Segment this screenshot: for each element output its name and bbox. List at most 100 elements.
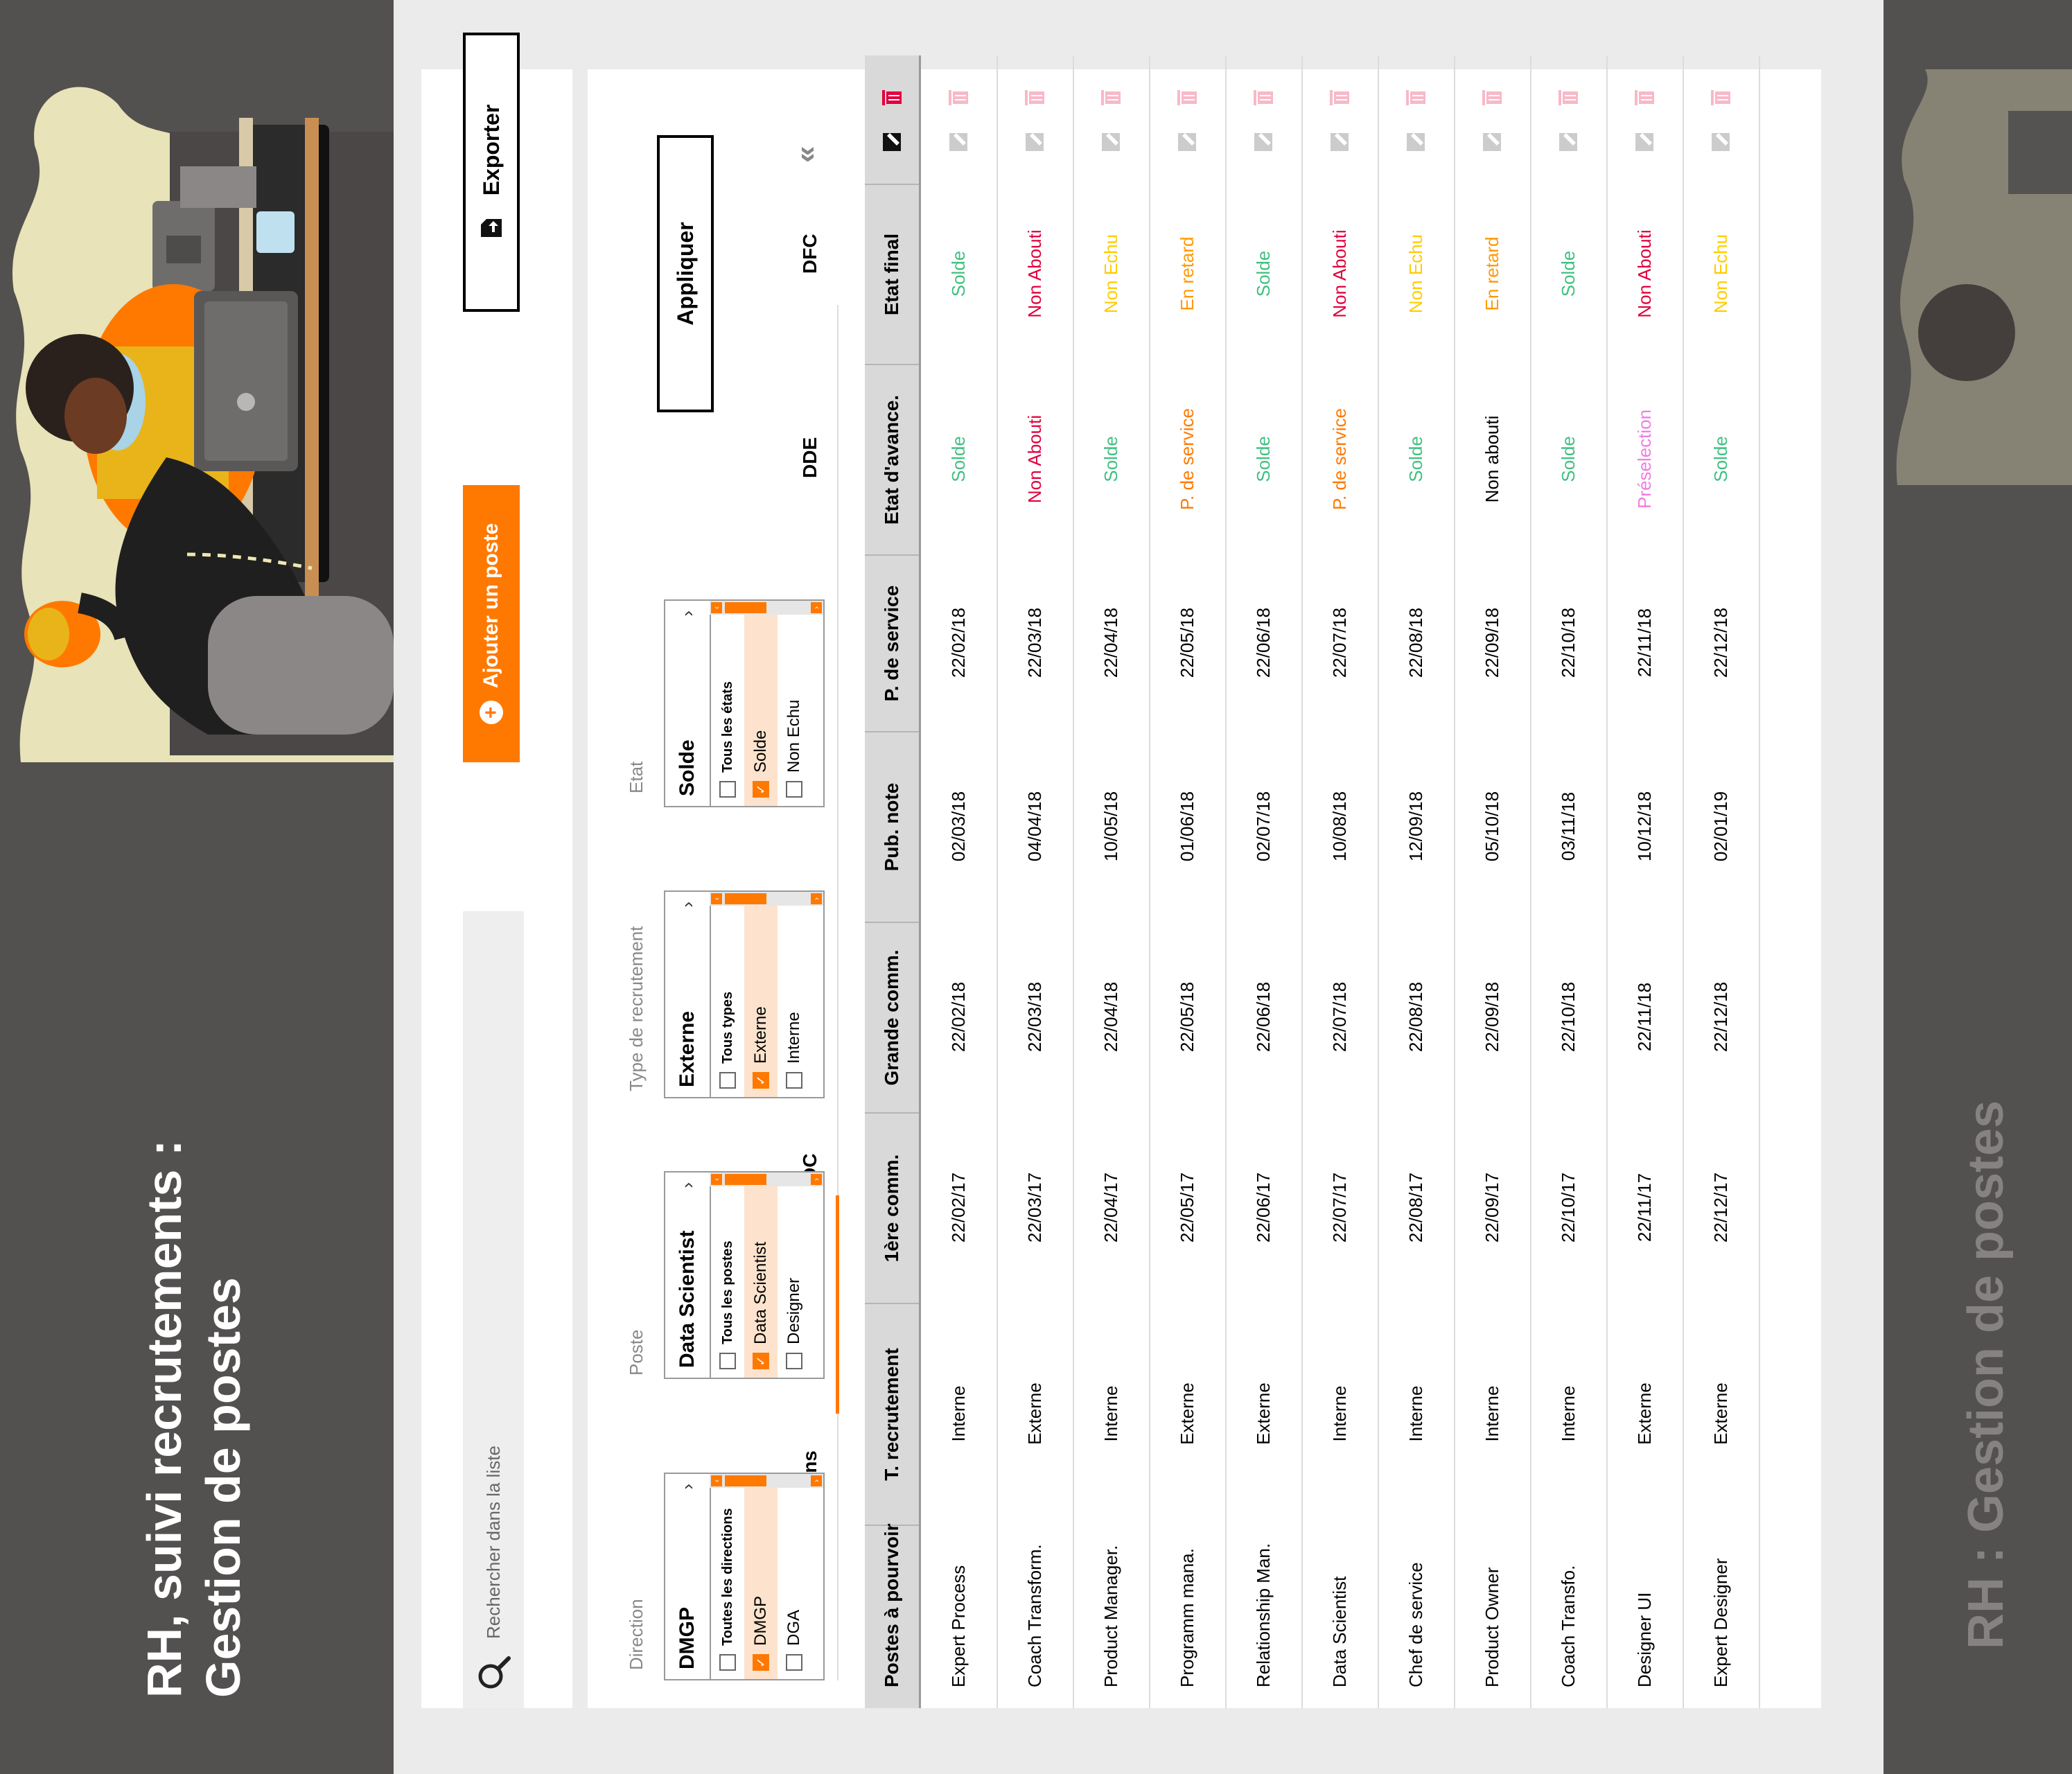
table-row[interactable]: Coach Transform. Externe 22/03/17 22/03/18 0… xyxy=(997,55,1074,1708)
direction-option[interactable]: ✓ DMGP xyxy=(744,1474,778,1679)
scroll-up-icon[interactable]: ‹ xyxy=(711,1475,722,1486)
apply-button[interactable]: Appliquer xyxy=(657,135,714,412)
row-actions xyxy=(997,55,1073,184)
checkbox-checked[interactable]: ✓ xyxy=(753,1654,769,1671)
table-row[interactable]: Programm mana. Externe 22/05/17 22/05/18 01/… xyxy=(1149,55,1227,1708)
table-row[interactable]: Relationship Man. Externe 22/06/17 22/06/18… xyxy=(1225,55,1303,1708)
checkbox[interactable] xyxy=(786,1072,802,1089)
type-option[interactable]: ✓ Externe xyxy=(744,892,778,1097)
etat-dropdown-header[interactable]: Solde › xyxy=(665,601,711,806)
scroll-down-icon[interactable]: › xyxy=(811,1174,822,1185)
direction-option[interactable]: DGA xyxy=(778,1474,811,1679)
edit-icon[interactable] xyxy=(1632,129,1657,154)
search-input[interactable]: Rechercher dans la liste xyxy=(463,911,524,1708)
collapse-icon[interactable]: « xyxy=(789,146,823,163)
header-final[interactable]: Etat final xyxy=(865,184,919,364)
header-pub-note[interactable]: Pub. note xyxy=(865,731,919,922)
checkbox[interactable] xyxy=(786,1353,802,1369)
table-row[interactable]: Product Owner Interne 22/09/17 22/09/18 05/1… xyxy=(1454,55,1531,1708)
table-row[interactable]: Product Manager. Interne 22/04/17 22/04/18 1… xyxy=(1073,55,1150,1708)
export-button[interactable]: Exporter xyxy=(463,33,520,312)
scrollbar[interactable]: ‹ › xyxy=(710,1173,823,1186)
scroll-up-icon[interactable]: ‹ xyxy=(711,602,722,613)
delete-icon[interactable] xyxy=(1556,86,1581,111)
tab-dfc[interactable]: DFC xyxy=(799,234,821,274)
direction-dropdown[interactable]: DMGP › Toutes les directions ✓ DMGP DGA ‹… xyxy=(664,1473,825,1680)
edit-icon[interactable] xyxy=(1327,129,1352,154)
etat-option[interactable]: ✓ Solde xyxy=(744,601,778,806)
table-row[interactable]: Expert Process Interne 22/02/17 22/02/18 02/… xyxy=(920,55,998,1708)
poste-dropdown-header[interactable]: Data Scientist › xyxy=(665,1173,711,1378)
cell-pub: 04/04/18 xyxy=(1024,791,1045,862)
delete-icon[interactable] xyxy=(879,86,904,111)
tab-dde[interactable]: DDE xyxy=(799,437,821,478)
delete-icon[interactable] xyxy=(1098,86,1123,111)
add-position-button[interactable]: + Ajouter un poste xyxy=(463,485,520,762)
scroll-up-icon[interactable]: ‹ xyxy=(711,1174,722,1185)
checkbox[interactable] xyxy=(719,1654,736,1671)
direction-option[interactable]: Toutes les directions xyxy=(711,1474,744,1679)
edit-icon[interactable] xyxy=(879,129,904,154)
table-row[interactable]: Expert Designer Externe 22/12/17 22/12/18 02… xyxy=(1683,55,1760,1708)
checkbox[interactable] xyxy=(786,1654,802,1671)
edit-icon[interactable] xyxy=(1556,129,1581,154)
poste-option[interactable]: ✓ Data Scientist xyxy=(744,1173,778,1378)
table-row[interactable]: Coach Transfo. Interne 22/10/17 22/10/18 03/… xyxy=(1530,55,1608,1708)
checkbox-checked[interactable]: ✓ xyxy=(753,1353,769,1369)
table-row[interactable]: Chef de service Interne 22/08/17 22/08/18 12… xyxy=(1378,55,1455,1708)
edit-icon[interactable] xyxy=(1098,129,1123,154)
poste-dropdown[interactable]: Data Scientist › Tous les postes ✓ Data S… xyxy=(664,1171,825,1379)
header-avance[interactable]: Etat d'avance. xyxy=(865,364,919,554)
type-option[interactable]: Tous types xyxy=(711,892,744,1097)
edit-icon[interactable] xyxy=(1708,129,1733,154)
checkbox[interactable] xyxy=(719,1353,736,1369)
edit-icon[interactable] xyxy=(1251,129,1276,154)
scrollbar[interactable]: ‹ › xyxy=(710,892,823,906)
edit-icon[interactable] xyxy=(1175,129,1200,154)
delete-icon[interactable] xyxy=(1022,86,1047,111)
delete-icon[interactable] xyxy=(946,86,971,111)
table-row[interactable]: Designer UI Externe 22/11/17 22/11/18 10/12/… xyxy=(1606,55,1684,1708)
header-type[interactable]: T. recrutement xyxy=(865,1303,919,1525)
checkbox-checked[interactable]: ✓ xyxy=(753,1072,769,1089)
scrollbar[interactable]: ‹ › xyxy=(710,601,823,615)
type-dropdown[interactable]: Externe › Tous types ✓ Externe Interne ‹ › xyxy=(664,890,825,1098)
scroll-thumb[interactable] xyxy=(725,1475,766,1486)
edit-icon[interactable] xyxy=(946,129,971,154)
checkbox[interactable] xyxy=(786,781,802,798)
checkbox[interactable] xyxy=(719,781,736,798)
poste-option[interactable]: Tous les postes xyxy=(711,1173,744,1378)
edit-icon[interactable] xyxy=(1403,129,1428,154)
scroll-thumb[interactable] xyxy=(725,602,766,613)
scrollbar[interactable]: ‹ › xyxy=(710,1474,823,1488)
type-dropdown-header[interactable]: Externe › xyxy=(665,892,711,1097)
header-poste[interactable]: Postes à pourvoir xyxy=(865,1523,919,1708)
scroll-up-icon[interactable]: ‹ xyxy=(711,893,722,904)
scroll-down-icon[interactable]: › xyxy=(811,1475,822,1486)
direction-dropdown-header[interactable]: DMGP › xyxy=(665,1474,711,1679)
scroll-thumb[interactable] xyxy=(725,1174,766,1185)
scroll-thumb[interactable] xyxy=(725,893,766,904)
scroll-down-icon[interactable]: › xyxy=(811,893,822,904)
type-option[interactable]: Interne xyxy=(778,892,811,1097)
poste-option[interactable]: Designer xyxy=(778,1173,811,1378)
etat-option[interactable]: Non Echu xyxy=(778,601,811,806)
delete-icon[interactable] xyxy=(1480,86,1504,111)
delete-icon[interactable] xyxy=(1327,86,1352,111)
delete-icon[interactable] xyxy=(1251,86,1276,111)
delete-icon[interactable] xyxy=(1175,86,1200,111)
scroll-down-icon[interactable]: › xyxy=(811,602,822,613)
etat-dropdown[interactable]: Solde › Tous les états ✓ Solde Non Echu ‹… xyxy=(664,599,825,807)
edit-icon[interactable] xyxy=(1022,129,1047,154)
delete-icon[interactable] xyxy=(1403,86,1428,111)
delete-icon[interactable] xyxy=(1632,86,1657,111)
header-service[interactable]: P. de service xyxy=(865,554,919,731)
delete-icon[interactable] xyxy=(1708,86,1733,111)
etat-option[interactable]: Tous les états xyxy=(711,601,744,806)
checkbox[interactable] xyxy=(719,1072,736,1089)
header-first-comm[interactable]: 1ère comm. xyxy=(865,1112,919,1303)
checkbox-checked[interactable]: ✓ xyxy=(753,781,769,798)
header-grande-comm[interactable]: Grande comm. xyxy=(865,922,919,1112)
edit-icon[interactable] xyxy=(1480,129,1504,154)
table-row[interactable]: Data Scientist Interne 22/07/17 22/07/18 10/… xyxy=(1301,55,1379,1708)
